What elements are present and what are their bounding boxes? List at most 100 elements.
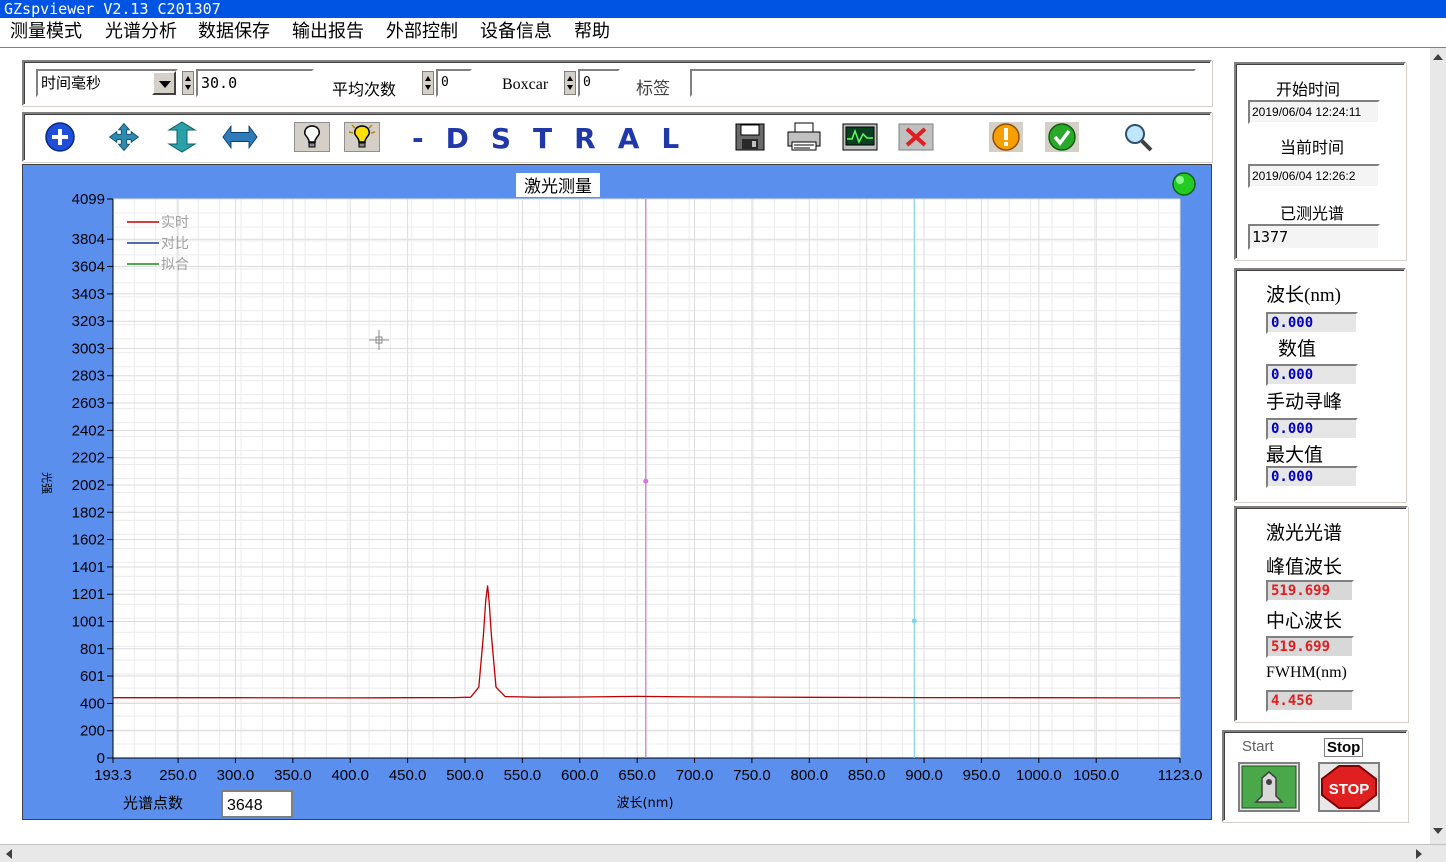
y-tick-label: 2603 xyxy=(72,395,105,412)
legend-label: 对比 xyxy=(161,236,189,252)
chevron-down-icon xyxy=(159,81,171,88)
search-icon[interactable] xyxy=(1120,122,1156,152)
monitor-icon[interactable] xyxy=(842,122,878,152)
x-tick-label: 550.0 xyxy=(504,767,542,784)
stop-label: Stop xyxy=(1324,738,1364,757)
print-icon[interactable] xyxy=(786,122,822,152)
cursor-marker[interactable] xyxy=(643,478,649,484)
toolbar: -DSTRAL xyxy=(22,112,1212,162)
x-tick-label: 950.0 xyxy=(963,767,1001,784)
point-count-value: 3648 xyxy=(227,797,263,814)
value-value: 0.000 xyxy=(1266,364,1358,386)
y-tick-label: 3403 xyxy=(72,286,105,303)
mode-dropdown-button[interactable] xyxy=(152,71,176,95)
center-wavelength-label: 中心波长 xyxy=(1266,611,1343,632)
y-tick-label: 400 xyxy=(80,695,105,712)
x-tick-label: 700.0 xyxy=(676,767,714,784)
measured-label: 已测光谱 xyxy=(1280,206,1345,223)
cursor-marker[interactable] xyxy=(911,618,917,624)
vertical-scale-icon[interactable] xyxy=(164,121,200,153)
start-time-field: 2019/06/04 12:24:11 xyxy=(1248,100,1380,124)
menu-measure-mode[interactable]: 测量模式 xyxy=(10,20,82,44)
average-spinner[interactable] xyxy=(422,71,434,95)
point-count-label: 光谱点数 xyxy=(123,794,183,812)
menu-help[interactable]: 帮助 xyxy=(574,20,610,44)
y-tick-label: 1001 xyxy=(72,613,105,630)
x-tick-label: 350.0 xyxy=(274,767,312,784)
start-icon xyxy=(1241,765,1297,809)
y-axis-label: 光强 xyxy=(40,472,54,494)
boxcar-input[interactable]: 0 xyxy=(578,69,620,97)
menu-output-report[interactable]: 输出报告 xyxy=(292,20,364,44)
pan-icon[interactable] xyxy=(106,122,142,152)
bulb-on-icon[interactable] xyxy=(344,122,380,152)
horizontal-scale-icon[interactable] xyxy=(222,122,258,152)
scroll-down-icon[interactable] xyxy=(1433,828,1443,834)
average-input-value: 0 xyxy=(441,75,449,90)
boxcar-spinner[interactable] xyxy=(564,71,576,95)
current-time-value: 2019/06/04 12:26:2 xyxy=(1252,169,1356,183)
stop-button[interactable]: STOP xyxy=(1318,762,1380,812)
peak-search-value: 0.000 xyxy=(1266,418,1358,440)
y-tick-label: 1602 xyxy=(72,532,105,549)
peak-search-label[interactable]: 手动寻峰 xyxy=(1266,387,1342,414)
peak-wavelength-value: 519.699 xyxy=(1266,580,1354,602)
control-panel: Start Stop STOP xyxy=(1222,730,1408,822)
laser-panel-title: 激光光谱 xyxy=(1266,523,1343,544)
x-tick-label: 300.0 xyxy=(217,767,255,784)
y-tick-label: 1401 xyxy=(72,559,105,576)
time-spinner[interactable] xyxy=(182,71,194,95)
y-tick-label: 0 xyxy=(97,750,105,767)
measured-field: 1377 xyxy=(1248,224,1380,250)
y-tick-label: 1802 xyxy=(72,504,105,521)
menu-external-control[interactable]: 外部控制 xyxy=(386,20,458,44)
y-tick-label: 3604 xyxy=(72,259,105,276)
menu-data-save[interactable]: 数据保存 xyxy=(198,20,270,44)
vertical-scrollbar[interactable] xyxy=(1430,48,1446,844)
status-led-icon xyxy=(1172,172,1196,196)
x-tick-label: 400.0 xyxy=(331,767,369,784)
y-tick-label: 3804 xyxy=(72,231,105,248)
save-icon[interactable] xyxy=(732,122,768,152)
max-value: 0.000 xyxy=(1266,466,1358,488)
bulb-off-icon[interactable] xyxy=(294,122,330,152)
x-tick-label: 1123.0 xyxy=(1158,767,1203,784)
status-led-highlight xyxy=(1176,176,1184,184)
y-tick-label: 1201 xyxy=(72,586,105,603)
x-tick-label: 250.0 xyxy=(159,767,197,784)
y-tick-label: 2803 xyxy=(72,368,105,385)
legend-label: 实时 xyxy=(161,215,189,231)
tag-input[interactable] xyxy=(690,69,1196,97)
menu-device-info[interactable]: 设备信息 xyxy=(480,20,552,44)
ok-icon[interactable] xyxy=(1044,122,1080,152)
menu-spectrum-analysis[interactable]: 光谱分析 xyxy=(105,20,177,44)
x-tick-label: 193.3 xyxy=(94,767,132,784)
average-input[interactable]: 0 xyxy=(436,69,472,97)
zoom-in-icon[interactable] xyxy=(42,122,78,152)
y-tick-label: 2002 xyxy=(72,477,105,494)
time-input[interactable]: 30.0 xyxy=(196,69,314,97)
readout-panel: 波长(nm) 0.000 数值 0.000 手动寻峰 0.000 最大值 0.0… xyxy=(1234,268,1406,502)
scroll-up-icon[interactable] xyxy=(1433,54,1443,60)
horizontal-scrollbar[interactable] xyxy=(0,844,1446,862)
x-axis-label: 波长(nm) xyxy=(616,796,673,811)
time-input-value: 30.0 xyxy=(201,74,238,92)
window-title: GZspviewer V2.13 C201307 xyxy=(0,0,1446,18)
chart-frame: 0 200 400 601 801 1001 1201 1401 1602 1802 2002 220… xyxy=(22,164,1212,820)
measured-value: 1377 xyxy=(1252,228,1289,246)
scroll-right-icon[interactable] xyxy=(1416,849,1422,859)
scroll-left-icon[interactable] xyxy=(6,849,12,859)
mode-select[interactable]: 时间毫秒 xyxy=(36,69,178,97)
y-tick-label: 2402 xyxy=(72,422,105,439)
tag-label: 标签 xyxy=(636,79,670,98)
y-tick-label: 801 xyxy=(80,641,105,658)
warning-icon[interactable] xyxy=(988,122,1024,152)
y-tick-label: 2202 xyxy=(72,450,105,467)
spectrum-chart[interactable]: 0 200 400 601 801 1001 1201 1401 1602 1802 2002 220… xyxy=(23,165,1213,821)
x-tick-label: 750.0 xyxy=(733,767,771,784)
x-tick-label: 650.0 xyxy=(618,767,656,784)
current-time-field: 2019/06/04 12:26:2 xyxy=(1248,164,1380,188)
clear-icon[interactable] xyxy=(898,122,934,152)
start-button[interactable] xyxy=(1238,762,1300,812)
y-tick-label: 3003 xyxy=(72,340,105,357)
